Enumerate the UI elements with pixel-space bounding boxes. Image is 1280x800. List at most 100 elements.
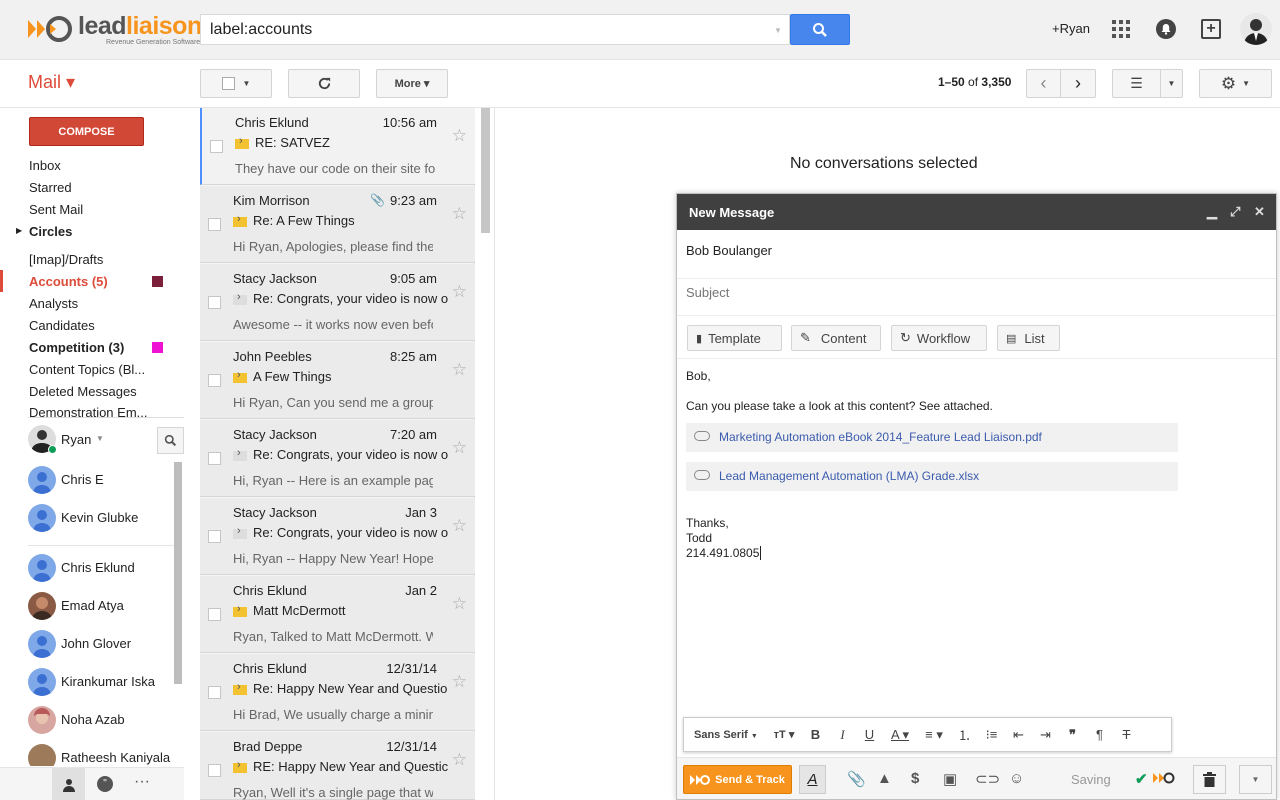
text-color-icon[interactable]: A ▾ — [883, 727, 917, 743]
chat-contact[interactable]: Ratheesh Kaniyala — [28, 744, 178, 766]
share-plus-icon[interactable]: + — [1201, 19, 1221, 39]
chat-contact[interactable]: Kevin Glubke — [28, 504, 178, 534]
important-marker-icon[interactable] — [233, 213, 247, 227]
star-icon[interactable]: ☆ — [452, 282, 467, 302]
italic-icon[interactable]: I — [829, 727, 856, 743]
more-options-button[interactable]: ▼ — [1239, 765, 1272, 794]
message-row[interactable]: Stacy Jackson Jan 3 Re: Congrats, your v… — [200, 498, 475, 575]
mail-app-switcher[interactable]: Mail ▾ — [28, 72, 75, 93]
numbered-list-icon[interactable]: ⒈ — [951, 725, 978, 744]
account-plus-link[interactable]: +Ryan — [1052, 21, 1090, 36]
star-icon[interactable]: ☆ — [452, 594, 467, 614]
hangouts-icon[interactable]: " — [97, 776, 113, 792]
message-row[interactable]: John Peebles 8:25 am A Few Things Hi Rya… — [200, 342, 475, 419]
competition-label-color-swatch[interactable] — [152, 342, 163, 353]
indent-more-icon[interactable]: ⇥ — [1032, 727, 1059, 743]
select-all-checkbox[interactable] — [221, 77, 235, 90]
bold-icon[interactable]: B — [802, 727, 829, 742]
older-page-button[interactable]: ‹ — [1026, 69, 1061, 98]
circles-expand-icon[interactable]: ▶ — [16, 226, 22, 235]
display-density-caret[interactable]: ▼ — [1160, 69, 1183, 98]
important-marker-icon[interactable] — [233, 603, 247, 617]
drive-icon[interactable]: ▲ — [877, 770, 892, 787]
chat-self-status[interactable]: Ryan ▼ — [28, 425, 178, 455]
star-icon[interactable]: ☆ — [452, 204, 467, 224]
nav-item-imap-drafts[interactable]: [Imap]/Drafts — [29, 252, 103, 267]
not-important-marker-icon[interactable] — [233, 291, 247, 305]
chat-search-button[interactable] — [157, 427, 184, 454]
message-checkbox[interactable] — [210, 140, 223, 153]
font-family-select[interactable]: Sans Serif ▼ — [694, 729, 766, 741]
underline-icon[interactable]: U — [856, 727, 883, 742]
not-important-marker-icon[interactable] — [233, 525, 247, 539]
indent-less-icon[interactable]: ⇤ — [1005, 727, 1032, 743]
message-checkbox[interactable] — [208, 530, 221, 543]
paragraph-icon[interactable]: ¶ — [1086, 727, 1113, 742]
nav-item-deleted-messages[interactable]: Deleted Messages — [29, 384, 137, 399]
notifications-bell-icon[interactable] — [1156, 19, 1176, 39]
expand-icon[interactable]: ⤢ — [1230, 204, 1240, 220]
important-marker-icon[interactable] — [233, 759, 247, 773]
nav-item-demonstration[interactable]: Demonstration Em... — [29, 405, 148, 417]
discard-draft-button[interactable] — [1193, 765, 1226, 794]
star-icon[interactable]: ☆ — [452, 750, 467, 770]
compose-button[interactable]: COMPOSE — [29, 117, 144, 146]
attachment-name[interactable]: Lead Management Automation (LMA) Grade.x… — [719, 469, 979, 483]
newer-page-button[interactable]: › — [1060, 69, 1096, 98]
refresh-button[interactable] — [288, 69, 360, 98]
important-marker-icon[interactable] — [233, 681, 247, 695]
message-row[interactable]: Chris Eklund 10:56 am RE: SATVEZ They ha… — [200, 108, 475, 185]
nav-item-starred[interactable]: Starred — [29, 180, 72, 195]
dollar-icon[interactable]: $ — [911, 770, 919, 787]
bulleted-list-icon[interactable]: ⁝≡ — [978, 727, 1005, 743]
settings-button[interactable]: ⚙ ▼ — [1199, 69, 1272, 98]
message-row[interactable]: Kim Morrison 📎 9:23 am Re: A Few Things … — [200, 186, 475, 263]
message-list-scrollbar[interactable] — [481, 108, 490, 233]
important-marker-icon[interactable] — [233, 369, 247, 383]
signature-phone[interactable]: 214.491.0805 — [686, 546, 762, 560]
search-button[interactable] — [790, 14, 850, 45]
more-actions-button[interactable]: More ▾ — [376, 69, 448, 98]
user-avatar[interactable] — [1240, 13, 1272, 45]
nav-item-analysts[interactable]: Analysts — [29, 296, 78, 311]
paperclip-icon[interactable]: 📎 — [847, 770, 866, 788]
content-button[interactable]: ✎ Content — [791, 325, 881, 351]
display-density-button[interactable]: ☰ — [1112, 69, 1161, 98]
message-row[interactable]: Chris Eklund Jan 2 Matt McDermott Ryan, … — [200, 576, 475, 653]
nav-item-competition[interactable]: Competition (3) — [29, 340, 124, 355]
apps-grid-icon[interactable] — [1112, 20, 1130, 38]
chat-contact[interactable]: Chris E — [28, 466, 178, 496]
chat-contact[interactable]: Noha Azab — [28, 706, 178, 736]
nav-item-accounts[interactable]: Accounts (5) — [29, 274, 108, 289]
message-row[interactable]: Stacy Jackson 7:20 am Re: Congrats, your… — [200, 420, 475, 497]
remove-formatting-icon[interactable]: T — [1113, 727, 1140, 742]
nav-item-candidates[interactable]: Candidates — [29, 318, 95, 333]
chat-contact[interactable]: John Glover — [28, 630, 178, 660]
attachment-chip[interactable]: Lead Management Automation (LMA) Grade.x… — [686, 462, 1178, 491]
message-checkbox[interactable] — [208, 764, 221, 777]
search-options-caret-icon[interactable]: ▼ — [774, 26, 782, 35]
signature-name[interactable]: Todd — [686, 531, 712, 545]
leadliaison-tracking-icon[interactable] — [1153, 771, 1175, 785]
important-marker-icon[interactable] — [235, 135, 249, 149]
select-all-dropdown[interactable]: ▼ — [200, 69, 272, 98]
message-checkbox[interactable] — [208, 374, 221, 387]
star-icon[interactable]: ☆ — [452, 126, 467, 146]
attachment-name[interactable]: Marketing Automation eBook 2014_Feature … — [719, 430, 1042, 444]
chat-contact[interactable]: Chris Eklund — [28, 554, 178, 584]
contacts-tab-icon[interactable] — [52, 768, 85, 800]
message-row[interactable]: Stacy Jackson 9:05 am Re: Congrats, your… — [200, 264, 475, 341]
body-greeting[interactable]: Bob, — [686, 369, 711, 383]
star-icon[interactable]: ☆ — [452, 516, 467, 536]
chat-contact[interactable]: Emad Atya — [28, 592, 178, 622]
message-row[interactable]: Brad Deppe 12/31/14 RE: Happy New Year a… — [200, 732, 475, 800]
formatting-options-icon[interactable]: A — [799, 765, 826, 794]
search-input[interactable] — [200, 14, 790, 45]
body-signoff[interactable]: Thanks, — [686, 516, 729, 530]
pane-divider[interactable] — [494, 108, 495, 800]
chat-contact[interactable]: Kirankumar Iska — [28, 668, 178, 698]
more-options-icon[interactable]: ··· — [134, 773, 150, 791]
insert-photo-icon[interactable]: ▣ — [943, 770, 957, 788]
recipient-field[interactable]: Bob Boulanger — [686, 243, 772, 258]
message-checkbox[interactable] — [208, 296, 221, 309]
